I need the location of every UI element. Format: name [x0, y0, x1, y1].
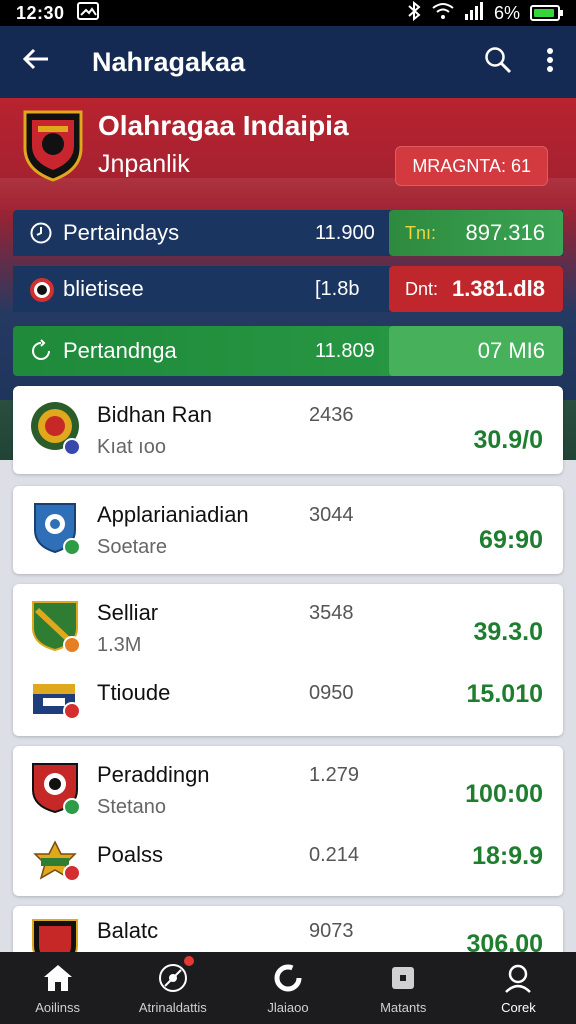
match-score: 100:00 — [465, 780, 543, 808]
nav-label: Atrinaldattis — [138, 999, 207, 1015]
team-badge-icon — [29, 277, 54, 302]
match-name: Selliar — [97, 600, 159, 625]
search-icon[interactable] — [484, 46, 512, 79]
match-score: 30.9/0 — [473, 426, 543, 454]
team-crest-icon — [29, 760, 83, 816]
match-card[interactable]: Applarianiadian Soetare 3044 69:90 — [13, 486, 563, 574]
team-crest-icon — [29, 840, 83, 894]
nav-item-home[interactable]: Aoilinss — [0, 952, 115, 1024]
stat-label: Pertaindays — [63, 220, 180, 245]
match-card[interactable]: Bidhan Ran Kıat ıoo 2436 30.9/0 — [13, 386, 563, 474]
ball-icon — [158, 963, 187, 992]
match-count: 0.214 — [309, 844, 360, 866]
stat-pill-value: 1.381.dl8 — [452, 276, 545, 301]
list-item[interactable]: Applarianiadian Soetare 3044 69:90 — [13, 500, 563, 560]
clock-icon — [29, 221, 53, 245]
team-rating-badge[interactable]: MRAGNTA: 61 — [395, 146, 548, 186]
match-name: Bidhan Ran — [97, 402, 212, 427]
stat-pill: 07 MI6 — [389, 326, 563, 376]
list-item[interactable]: Peraddingn Stetano 1.279 100:00 — [13, 760, 563, 820]
signal-icon — [464, 1, 484, 25]
stat-row[interactable]: Pertaindays 11.900 Tnı: 897.316 — [13, 210, 563, 256]
notification-dot — [184, 956, 195, 966]
nav-label: Jlaiaoo — [267, 999, 309, 1015]
match-name: Poalss — [97, 842, 164, 867]
match-card[interactable]: Selliar 1.3M 3548 39.3.0 Ttioude 0950 15… — [13, 584, 563, 736]
stat-label: blietisee — [63, 276, 144, 301]
status-time: 12:30 — [16, 2, 65, 23]
back-arrow-icon[interactable] — [22, 45, 62, 79]
match-count: 2436 — [309, 404, 354, 426]
team-crest-icon — [29, 500, 83, 556]
match-name: Peraddingn — [97, 762, 210, 787]
match-count: 3044 — [309, 504, 354, 526]
nav-label: Matants — [380, 999, 427, 1015]
match-card[interactable]: Peraddingn Stetano 1.279 100:00 Poalss 0… — [13, 746, 563, 896]
home-icon — [43, 964, 72, 991]
nav-item-live[interactable]: Jlaiaoo — [230, 952, 345, 1024]
match-count: 9073 — [309, 920, 354, 942]
match-name: Ttioude — [97, 680, 171, 705]
list-item[interactable]: Selliar 1.3M 3548 39.3.0 — [13, 598, 563, 658]
nav-label: Corek — [501, 999, 536, 1015]
stat-pill: Dnt: 1.381.dl8 — [389, 266, 563, 312]
page-title: Nahragakaa — [92, 46, 246, 77]
match-subtitle: Stetano — [97, 796, 166, 818]
stat-label: Pertandnga — [63, 338, 177, 363]
team-crest-icon — [29, 678, 83, 732]
status-bar: 12:30 6% — [0, 0, 576, 26]
stat-pill: Tnı: 897.316 — [389, 210, 563, 256]
match-count: 0950 — [309, 682, 354, 704]
match-score: 69:90 — [479, 526, 543, 554]
stat-row[interactable]: blietisee [1.8b Dnt: 1.381.dl8 — [13, 266, 563, 312]
stat-pill-key: Tnı: — [405, 222, 437, 243]
team-crest-icon — [29, 598, 83, 654]
match-name: Applarianiadian — [97, 502, 249, 527]
more-options-icon[interactable] — [546, 47, 554, 78]
match-subtitle: Soetare — [97, 536, 168, 558]
app-bar: Nahragakaa — [0, 26, 576, 98]
match-subtitle: Kıat ıoo — [97, 436, 166, 458]
battery-percent: 6% — [493, 2, 520, 23]
nav-item-stats[interactable]: Matants — [346, 952, 461, 1024]
stat-pill-value: 07 MI6 — [477, 338, 545, 363]
stat-row[interactable]: Pertandnga 11.809 07 MI6 — [13, 326, 563, 376]
stat-pill-key: Dnt: — [405, 278, 439, 299]
match-score: 15.010 — [466, 680, 543, 708]
team-crest-icon — [29, 400, 83, 456]
match-name: Balatc — [97, 918, 159, 943]
list-item[interactable]: Poalss 0.214 18:9.9 — [13, 840, 563, 900]
nav-item-matches[interactable]: Atrinaldattis — [115, 952, 230, 1024]
team-name: Olahragaa Indaipia — [98, 110, 349, 141]
image-notification-icon — [76, 1, 99, 25]
match-count: 3548 — [309, 602, 354, 624]
match-count: 1.279 — [309, 764, 360, 786]
nav-label: Aoilinss — [35, 999, 80, 1015]
refresh-icon — [274, 964, 302, 991]
stat-pill-value: 897.316 — [465, 220, 545, 245]
wifi-icon — [432, 2, 454, 25]
list-item[interactable]: Ttioude 0950 15.010 — [13, 678, 563, 738]
square-icon — [392, 966, 415, 989]
bottom-navigation: Aoilinss Atrinaldattis Jlaiaoo Matants C… — [0, 952, 576, 1024]
nav-item-profile[interactable]: Corek — [461, 952, 576, 1024]
match-score: 39.3.0 — [473, 618, 543, 646]
refresh-icon — [29, 339, 53, 363]
team-subtitle: Jnpanlik — [98, 150, 190, 178]
stat-value: 11.900 — [315, 221, 375, 244]
stat-value: [1.8b — [315, 277, 360, 300]
list-item[interactable]: Bidhan Ran Kıat ıoo 2436 30.9/0 — [13, 400, 563, 460]
team-crest-icon — [22, 108, 84, 182]
match-subtitle: 1.3M — [97, 634, 142, 656]
stat-value: 11.809 — [315, 339, 375, 362]
match-score: 18:9.9 — [472, 842, 543, 870]
bluetooth-icon — [406, 0, 422, 26]
profile-icon — [505, 964, 532, 993]
battery-icon — [530, 5, 563, 21]
